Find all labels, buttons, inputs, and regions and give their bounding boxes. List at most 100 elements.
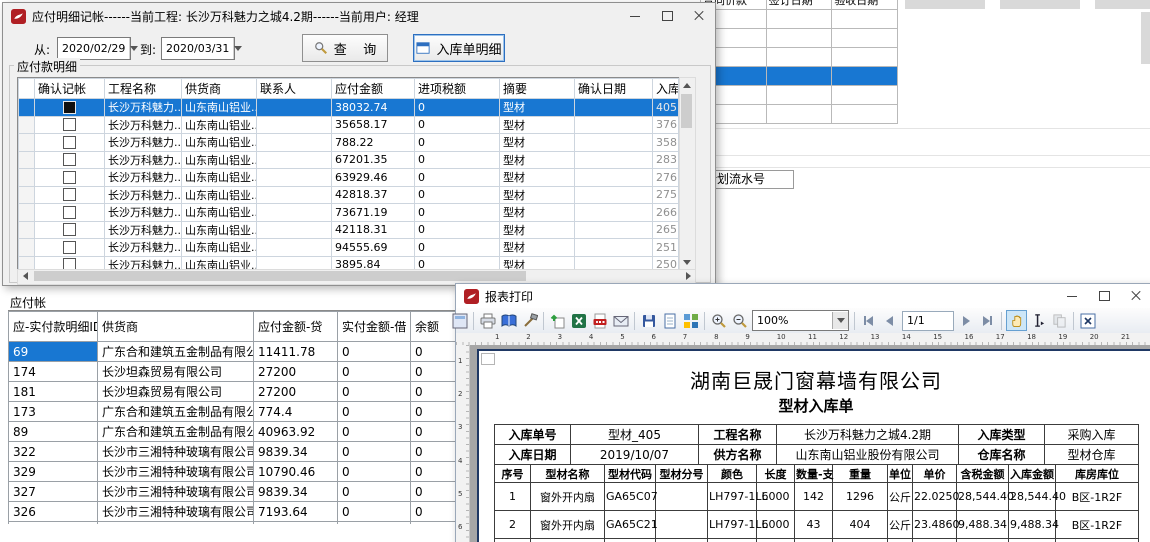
- table-row[interactable]: 长沙万科魅力...山东南山铝业...67201.350型材283: [19, 151, 679, 169]
- table-row[interactable]: [701, 29, 898, 48]
- table-row[interactable]: 322长沙市三湘特种玻璃有限公司9839.3400: [9, 442, 471, 462]
- confirm-checkbox[interactable]: [63, 101, 76, 114]
- pdf-export-icon[interactable]: [590, 311, 609, 330]
- table-row[interactable]: 长沙市三湘特种玻璃有限公司: [9, 522, 471, 525]
- contract-table[interactable]: 合同价款签订日期验收日期: [700, 0, 898, 124]
- hand-tool-icon[interactable]: [1006, 310, 1027, 331]
- book-preview-icon[interactable]: [499, 311, 518, 330]
- query-button[interactable]: 查 询: [302, 34, 388, 62]
- row-header[interactable]: [19, 99, 35, 117]
- table-row[interactable]: 长沙万科魅力...山东南山铝业...42818.370型材275: [19, 186, 679, 204]
- column-header[interactable]: 应付金额: [332, 79, 415, 99]
- scroll-right-arrow[interactable]: [681, 270, 695, 282]
- zoom-select[interactable]: 100%: [752, 310, 849, 331]
- chevron-down-icon[interactable]: [832, 312, 848, 329]
- column-header[interactable]: 确认记帐: [35, 79, 105, 99]
- column-header[interactable]: 确认日期: [575, 79, 653, 99]
- confirm-checkbox[interactable]: [63, 153, 76, 166]
- table-row[interactable]: 173广东合和建筑五金制品有限公司774.400: [9, 402, 471, 422]
- from-date-select[interactable]: 2020/02/29: [57, 37, 131, 60]
- table-row[interactable]: 69广东合和建筑五金制品有限公司11411.7800: [9, 342, 471, 362]
- confirm-checkbox[interactable]: [63, 171, 76, 184]
- row-header[interactable]: [19, 186, 35, 204]
- table-row[interactable]: [701, 10, 898, 29]
- next-page-button[interactable]: [957, 311, 976, 330]
- confirm-checkbox[interactable]: [63, 136, 76, 149]
- report-window-titlebar[interactable]: 报表打印: [456, 284, 1150, 309]
- row-header[interactable]: [19, 256, 35, 270]
- last-page-button[interactable]: [978, 311, 997, 330]
- table-row[interactable]: [701, 105, 898, 124]
- row-header[interactable]: [19, 134, 35, 152]
- zoom-in-icon[interactable]: [709, 311, 728, 330]
- excel-export-icon[interactable]: [569, 311, 588, 330]
- minimize-button[interactable]: [1056, 285, 1088, 307]
- bg-scrollbar[interactable]: [1141, 12, 1150, 64]
- close-button[interactable]: [683, 5, 715, 27]
- table-row[interactable]: 长沙万科魅力...山东南山铝业...3895.840型材250: [19, 256, 679, 270]
- table-row[interactable]: 长沙万科魅力...山东南山铝业...42118.310型材265: [19, 221, 679, 239]
- column-header[interactable]: 应-实付款明细ID: [9, 312, 98, 342]
- column-header[interactable]: 入库: [653, 79, 679, 99]
- first-page-button[interactable]: [859, 311, 878, 330]
- column-header[interactable]: 供货商: [98, 312, 254, 342]
- table-row[interactable]: 长沙万科魅力...山东南山铝业...73671.190型材266: [19, 204, 679, 222]
- table-row[interactable]: 长沙万科魅力...山东南山铝业...94555.690型材251: [19, 239, 679, 257]
- table-row[interactable]: 181长沙坦森贸易有限公司2720000: [9, 382, 471, 402]
- close-button[interactable]: [1120, 285, 1150, 307]
- vertical-scrollbar[interactable]: [679, 77, 696, 270]
- table-row[interactable]: 长沙万科魅力...山东南山铝业...38032.740型材405: [19, 99, 679, 117]
- scroll-down-arrow[interactable]: [680, 255, 693, 269]
- maximize-button[interactable]: [1088, 285, 1120, 307]
- previous-page-button[interactable]: [880, 311, 899, 330]
- chevron-down-icon[interactable]: [233, 38, 242, 59]
- save-icon[interactable]: [639, 311, 658, 330]
- table-row[interactable]: 329长沙市三湘特种玻璃有限公司10790.4600: [9, 462, 471, 482]
- row-header[interactable]: [19, 169, 35, 187]
- scroll-up-arrow[interactable]: [680, 78, 693, 92]
- table-row[interactable]: [701, 86, 898, 105]
- column-header[interactable]: 供货商: [182, 79, 257, 99]
- scrollbar-thumb[interactable]: [34, 271, 526, 281]
- copy-icon[interactable]: [1050, 311, 1069, 330]
- email-icon[interactable]: [611, 311, 630, 330]
- page-number-box[interactable]: 1/1: [902, 311, 954, 331]
- table-row[interactable]: 327长沙市三湘特种玻璃有限公司9839.3400: [9, 482, 471, 502]
- row-header[interactable]: [19, 116, 35, 134]
- row-header[interactable]: [19, 204, 35, 222]
- close-preview-icon[interactable]: [1078, 311, 1097, 330]
- zoom-out-icon[interactable]: [730, 311, 749, 330]
- column-header[interactable]: 联系人: [257, 79, 332, 99]
- row-header[interactable]: [19, 151, 35, 169]
- to-date-select[interactable]: 2020/03/31: [161, 37, 235, 60]
- table-row[interactable]: [701, 67, 898, 86]
- page-setup-icon[interactable]: [520, 311, 539, 330]
- print-icon[interactable]: [478, 311, 497, 330]
- table-row[interactable]: 326长沙市三湘特种玻璃有限公司7193.6400: [9, 502, 471, 522]
- table-row[interactable]: 174长沙坦森贸易有限公司2720000: [9, 362, 471, 382]
- confirm-checkbox[interactable]: [63, 241, 76, 254]
- confirm-checkbox[interactable]: [63, 223, 76, 236]
- export-icon[interactable]: [548, 311, 567, 330]
- scroll-left-arrow[interactable]: [18, 270, 32, 282]
- minimize-button[interactable]: [619, 5, 651, 27]
- multi-page-view-icon[interactable]: [681, 311, 700, 330]
- column-header[interactable]: 摘要: [500, 79, 575, 99]
- column-header[interactable]: 进项税额: [415, 79, 500, 99]
- confirm-checkbox[interactable]: [63, 118, 76, 131]
- chevron-down-icon[interactable]: [129, 38, 138, 59]
- row-header[interactable]: [19, 221, 35, 239]
- inbound-detail-button[interactable]: 入库单明细: [413, 34, 505, 62]
- text-select-icon[interactable]: [1029, 311, 1048, 330]
- detail-window-titlebar[interactable]: 应付明细记帐------当前工程: 长沙万科魅力之城4.2期------当前用户…: [3, 3, 715, 29]
- open-document-icon[interactable]: [660, 311, 679, 330]
- table-row[interactable]: 89广东合和建筑五金制品有限公司40963.9200: [9, 422, 471, 442]
- payable-table[interactable]: 应-实付款明细ID供货商应付金额-贷实付金额-借余额69广东合和建筑五金制品有限…: [8, 311, 470, 524]
- column-header[interactable]: 应付金额-贷: [254, 312, 338, 342]
- column-header[interactable]: 实付金额-借: [338, 312, 411, 342]
- payable-detail-grid[interactable]: 确认记帐工程名称供货商联系人应付金额进项税额摘要确认日期入库长沙万科魅力...山…: [18, 78, 679, 270]
- report-preview-area[interactable]: 123456 湖南巨晟门窗幕墙有限公司 型材入库单 入库单号型材_405工程名称…: [456, 345, 1150, 542]
- table-row[interactable]: [701, 48, 898, 67]
- table-row[interactable]: 长沙万科魅力...山东南山铝业...35658.170型材376: [19, 116, 679, 134]
- column-header[interactable]: 工程名称: [105, 79, 182, 99]
